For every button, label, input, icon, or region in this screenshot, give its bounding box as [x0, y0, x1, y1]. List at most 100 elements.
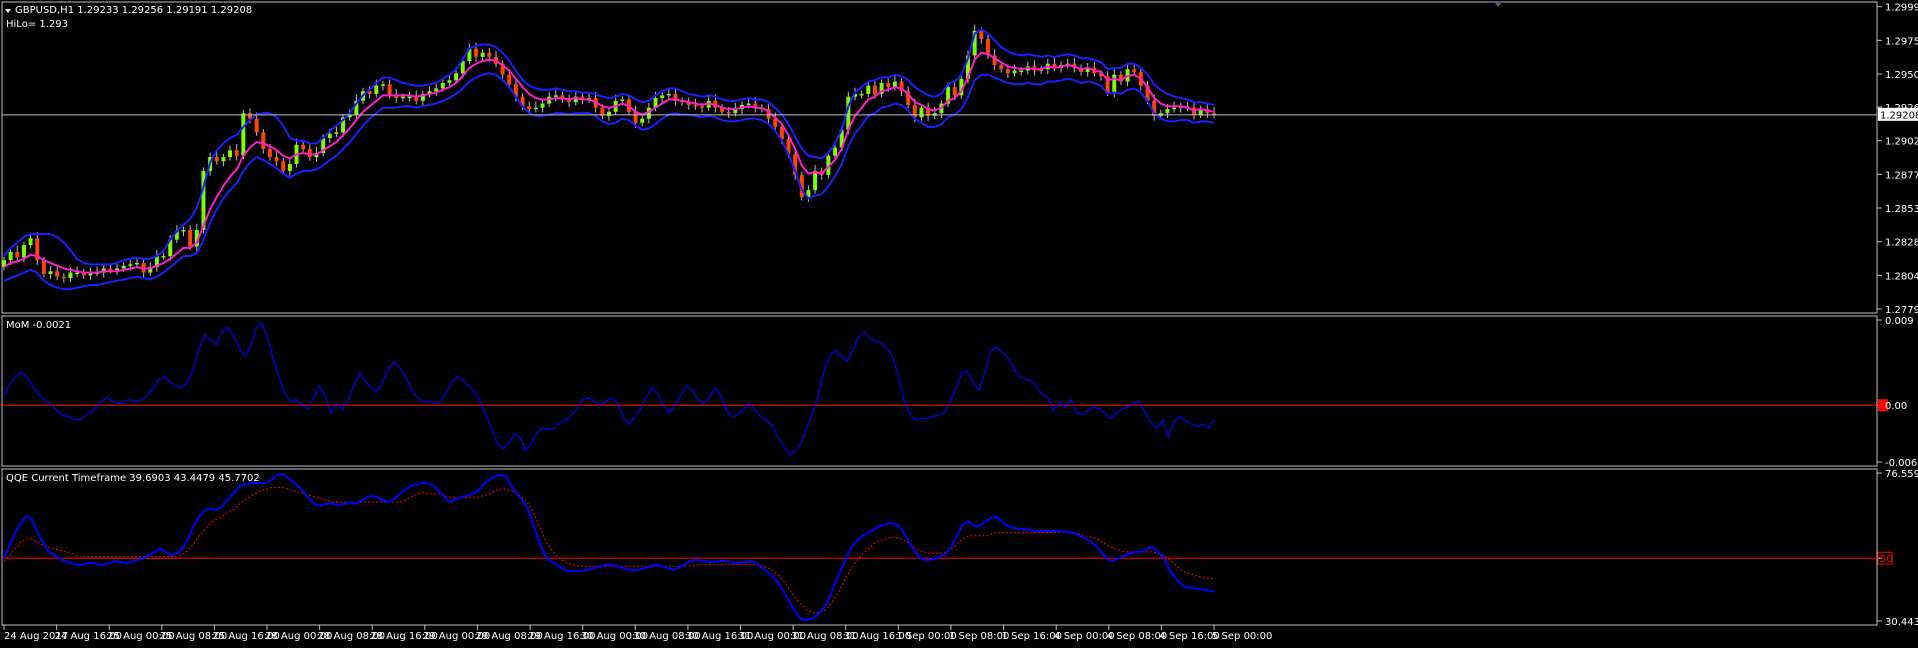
candle-bull — [540, 103, 545, 108]
candle-bear — [527, 106, 532, 110]
candle-bear — [387, 84, 392, 96]
qqe-tick-label: 76.5596 — [1885, 469, 1918, 480]
hilo-label: HiLo= 1.293 — [6, 19, 68, 30]
candle-bull — [447, 80, 452, 83]
candle-bull — [813, 170, 818, 191]
candle-bear — [274, 157, 279, 162]
candle-bull — [407, 96, 412, 99]
candle-bull — [833, 147, 838, 156]
candle-bear — [214, 157, 219, 162]
candle-bear — [886, 82, 891, 88]
candle-bull — [553, 95, 558, 97]
candle-bull — [327, 133, 332, 138]
candle-bear — [188, 229, 193, 247]
candle-bull — [134, 262, 139, 265]
candle-bull — [919, 107, 924, 118]
momentum-panel-frame — [1, 315, 1878, 467]
candle-bull — [221, 157, 226, 162]
qqe-title: QQE Current Timeframe 39.6903 43.4479 45… — [6, 473, 260, 484]
momentum-title: MoM -0.0021 — [6, 320, 71, 331]
candle-bear — [108, 268, 113, 270]
candle-bull — [1172, 107, 1177, 110]
price-panel-frame — [1, 1, 1878, 314]
momentum-panel[interactable]: 0.009 0.00 -0.006 MoM -0.0021 — [1, 315, 1917, 469]
time-tick-label: 1 Sep 00:00 — [896, 631, 956, 642]
candle-bear — [281, 161, 286, 171]
price-tick-label: 1.27795 — [1885, 305, 1918, 316]
momentum-tick-label: -0.006 — [1885, 458, 1917, 469]
candle-bear — [952, 87, 957, 96]
candle-bear — [1005, 69, 1010, 74]
time-tick-label: 1 Sep 16:00 — [1002, 631, 1062, 642]
candle-bear — [693, 104, 698, 107]
candle-bear — [999, 65, 1004, 70]
qqe-tick-label: 30.4435 — [1885, 617, 1918, 628]
candle-bull — [334, 132, 339, 134]
candle-bull — [1012, 70, 1017, 74]
candle-bull — [746, 103, 751, 106]
candle-bear — [726, 111, 731, 114]
candle-bull — [620, 99, 625, 101]
candle-bear — [15, 251, 20, 258]
candle-bull — [161, 256, 166, 258]
candle-bull — [660, 95, 665, 99]
candle-bull — [374, 85, 379, 94]
candle-bull — [121, 265, 126, 269]
qqe-panel[interactable]: 76.5596 50 30.4435 QQE Current Timeframe 3… — [1, 468, 1918, 628]
candle-bear — [979, 30, 984, 39]
candle-bull — [400, 96, 405, 99]
momentum-axis: 0.009 0.00 -0.006 — [1877, 316, 1917, 469]
candle-bull — [533, 107, 538, 110]
candle-bear — [234, 150, 239, 156]
candle-bull — [75, 272, 80, 275]
candle-bear — [507, 74, 512, 85]
candle-bull — [8, 251, 13, 261]
price-tick-label: 1.28040 — [1885, 271, 1918, 282]
trading-chart: 1.299951.297501.295051.292651.290201.287… — [1, 1, 1918, 642]
candle-bull — [68, 272, 73, 279]
chart-title: GBPUSD,H1 1.29233 1.29256 1.29191 1.2920… — [15, 5, 252, 16]
time-tick-label: 5 Sep 00:00 — [1212, 631, 1272, 642]
price-tick-label: 1.29020 — [1885, 137, 1918, 148]
candle-bull — [228, 150, 233, 158]
time-tick-label: 4 Sep 16:00 — [1159, 631, 1219, 642]
qqe-panel-frame — [1, 468, 1878, 626]
candle-bear — [41, 260, 46, 274]
candle-bull — [666, 93, 671, 96]
price-panel[interactable]: 1.299951.297501.295051.292651.290201.287… — [1, 1, 1918, 316]
candle-bear — [55, 271, 60, 277]
price-tick-label: 1.28285 — [1885, 238, 1918, 249]
candle-bear — [700, 106, 705, 108]
candle-bear — [1132, 69, 1137, 72]
candle-bull — [28, 238, 33, 246]
candle-bull — [1019, 70, 1024, 73]
price-tick-label: 1.28530 — [1885, 204, 1918, 215]
price-tick-label: 1.29995 — [1885, 3, 1918, 14]
candle-bear — [267, 148, 272, 158]
candle-bull — [48, 271, 53, 274]
time-axis: 24 Aug 201724 Aug 16:0025 Aug 00:0025 Au… — [3, 625, 1272, 642]
candle-bull — [866, 85, 871, 94]
time-tick-label: 4 Sep 00:00 — [1054, 631, 1114, 642]
candle-bull — [181, 229, 186, 232]
candle-bull — [1112, 74, 1117, 93]
price-tick-label: 1.29750 — [1885, 36, 1918, 47]
momentum-tick-label: 0.00 — [1885, 401, 1907, 412]
candle-bull — [287, 164, 292, 171]
candle-bull — [1165, 109, 1170, 114]
qqe-tick-label: 50 — [1880, 554, 1893, 565]
candle-bear — [261, 132, 266, 149]
candle-bull — [380, 84, 385, 86]
candle-bull — [480, 52, 485, 57]
candle-bear — [487, 52, 492, 57]
candle-bull — [640, 118, 645, 123]
qqe-axis: 76.5596 50 30.4435 — [1877, 469, 1918, 628]
candle-bull — [454, 73, 459, 81]
candle-bull — [115, 268, 120, 270]
last-price-label: 1.29208 — [1880, 110, 1918, 121]
candle-bull — [859, 93, 864, 96]
price-axis: 1.299951.297501.295051.292651.290201.287… — [1877, 3, 1918, 316]
price-tick-label: 1.29505 — [1885, 70, 1918, 81]
candle-bull — [241, 113, 246, 156]
candle-bull — [434, 88, 439, 92]
